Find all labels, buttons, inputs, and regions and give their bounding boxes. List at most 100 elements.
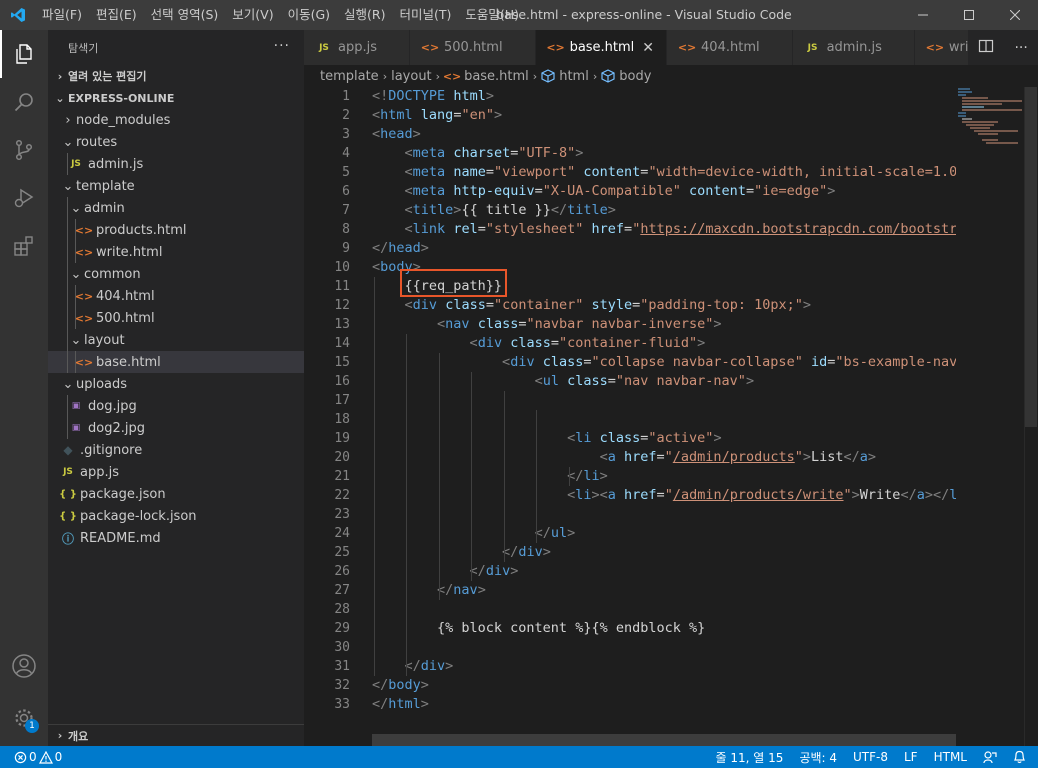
menu-item[interactable]: 터미널(T) [393, 0, 459, 30]
breadcrumb-item[interactable]: html [541, 69, 589, 84]
line-number: 3 [342, 127, 350, 142]
maximize-icon[interactable] [946, 0, 992, 30]
indent-guide [67, 417, 68, 439]
menu-item[interactable]: 도움말(H) [458, 0, 526, 30]
code-line: </div> [502, 544, 551, 560]
horizontal-scrollbar[interactable] [372, 734, 956, 746]
split-editor-icon[interactable] [978, 38, 994, 58]
explorer-icon[interactable] [0, 30, 48, 78]
file-item[interactable]: <> 500.html [48, 307, 304, 329]
menu-item[interactable]: 보기(V) [225, 0, 280, 30]
breadcrumb-label: body [619, 68, 652, 84]
end-of-line[interactable]: LF [896, 746, 926, 768]
code-area[interactable]: <!DOCTYPE html> <html lang="en"> <head> <m… [372, 87, 956, 714]
git-file-icon: ◆ [63, 443, 73, 457]
file-item[interactable]: <> base.html [48, 351, 304, 373]
folder-item[interactable]: ⌄ uploads [48, 373, 304, 395]
indent-guide [471, 372, 473, 581]
minimize-icon[interactable] [900, 0, 946, 30]
minimap[interactable] [958, 87, 1024, 147]
breadcrumb-item[interactable]: <> base.html [443, 68, 529, 84]
line-number: 22 [334, 488, 350, 503]
more-actions-icon[interactable]: ··· [1014, 40, 1027, 56]
file-item[interactable]: <> write.html [48, 241, 304, 263]
folder-item[interactable]: ⌄ common [48, 263, 304, 285]
tab-admin-js[interactable]: JS admin.js [792, 30, 915, 65]
tree-item-label: admin.js [88, 156, 144, 172]
open-editors-section[interactable]: › 열려 있는 편집기 [48, 65, 304, 87]
line-number: 27 [334, 583, 350, 598]
scrollbar-thumb[interactable] [1025, 87, 1037, 427]
tab-404-html[interactable]: <> 404.html [667, 30, 793, 65]
language-mode[interactable]: HTML [926, 746, 975, 768]
encoding[interactable]: UTF-8 [845, 746, 896, 768]
run-debug-icon[interactable] [0, 174, 48, 222]
close-icon[interactable]: ✕ [642, 40, 654, 56]
js-file-icon: JS [71, 159, 81, 169]
code-line: <link rel="stylesheet" href="https://max… [404, 221, 956, 237]
folder-item[interactable]: ⌄ layout [48, 329, 304, 351]
img-file-icon: ▣ [71, 401, 81, 411]
file-item[interactable]: JS app.js [48, 461, 304, 483]
vscode-logo-icon [0, 0, 35, 30]
tab-base-html[interactable]: <> base.html ✕ [535, 30, 668, 65]
menu-item[interactable]: 편집(E) [89, 0, 144, 30]
code-editor[interactable]: 1 2 3 4 5 6 7 8 9 10 11 12 13 14 15 16 17 18 19 20 21 22 23 24 2… [304, 87, 1038, 746]
breadcrumb-item[interactable]: body [601, 69, 651, 84]
file-tree: › node_modules ⌄ routes JS admin.js ⌄ template ⌄… [48, 109, 304, 549]
file-item[interactable]: { } package-lock.json [48, 505, 304, 527]
file-item[interactable]: ▣ dog2.jpg [48, 417, 304, 439]
code-line: {% block content %}{% endblock %} [372, 620, 706, 636]
menu-item[interactable]: 실행(R) [337, 0, 392, 30]
tab-500-html[interactable]: <> 500.html [410, 30, 536, 65]
file-item[interactable]: JS admin.js [48, 153, 304, 175]
line-number: 21 [334, 469, 350, 484]
indentation[interactable]: 공백: 4 [791, 746, 845, 768]
cursor-position[interactable]: 줄 11, 열 15 [708, 746, 792, 768]
file-item[interactable]: ◆ .gitignore [48, 439, 304, 461]
indent-guide [374, 277, 375, 676]
chevron-right-icon: › [592, 69, 598, 83]
file-item[interactable]: ▣ dog.jpg [48, 395, 304, 417]
line-number: 12 [334, 298, 350, 313]
folder-item[interactable]: ⌄ admin [48, 197, 304, 219]
code-line: </div> [469, 563, 519, 579]
more-actions-icon[interactable]: ··· [274, 38, 290, 54]
tree-item-label: uploads [76, 376, 128, 392]
vertical-scrollbar[interactable] [1024, 87, 1038, 746]
code-line: </nav> [437, 582, 486, 598]
line-number: 2 [342, 108, 350, 123]
html-file-icon: <> [74, 355, 94, 369]
project-section[interactable]: ⌄ EXPRESS-ONLINE [48, 87, 304, 109]
close-window-icon[interactable] [992, 0, 1038, 30]
warning-count: 0 [54, 750, 63, 764]
file-item[interactable]: { } package.json [48, 483, 304, 505]
problems-indicator[interactable]: 0 0 [14, 746, 70, 768]
search-icon[interactable] [0, 78, 48, 126]
tab-app-js[interactable]: JS app.js [304, 30, 410, 65]
outline-section[interactable]: › 개요 [48, 724, 304, 746]
menu-item[interactable]: 이동(G) [281, 0, 337, 30]
tree-item-label: base.html [96, 354, 161, 370]
source-control-icon[interactable] [0, 126, 48, 174]
indent-guide [438, 353, 440, 600]
folder-item[interactable]: › node_modules [48, 109, 304, 131]
folder-item[interactable]: ⌄ template [48, 175, 304, 197]
line-number: 20 [334, 450, 350, 465]
breadcrumb-item[interactable]: layout [391, 69, 432, 84]
extensions-icon[interactable] [0, 222, 48, 270]
menu-item[interactable]: 선택 영역(S) [144, 0, 226, 30]
file-item[interactable]: ⓘ README.md [48, 527, 304, 549]
indent-guide [75, 219, 76, 241]
feedback-icon[interactable] [975, 746, 1005, 768]
code-line: </body> [372, 677, 429, 693]
folder-item[interactable]: ⌄ routes [48, 131, 304, 153]
breadcrumb-item[interactable]: template [320, 69, 379, 84]
notifications-icon[interactable] [1005, 746, 1038, 768]
gear-icon[interactable]: 1 [0, 694, 48, 742]
account-icon[interactable] [0, 642, 48, 690]
file-item[interactable]: <> products.html [48, 219, 304, 241]
error-icon [14, 751, 27, 763]
file-item[interactable]: <> 404.html [48, 285, 304, 307]
menu-item[interactable]: 파일(F) [35, 0, 89, 30]
